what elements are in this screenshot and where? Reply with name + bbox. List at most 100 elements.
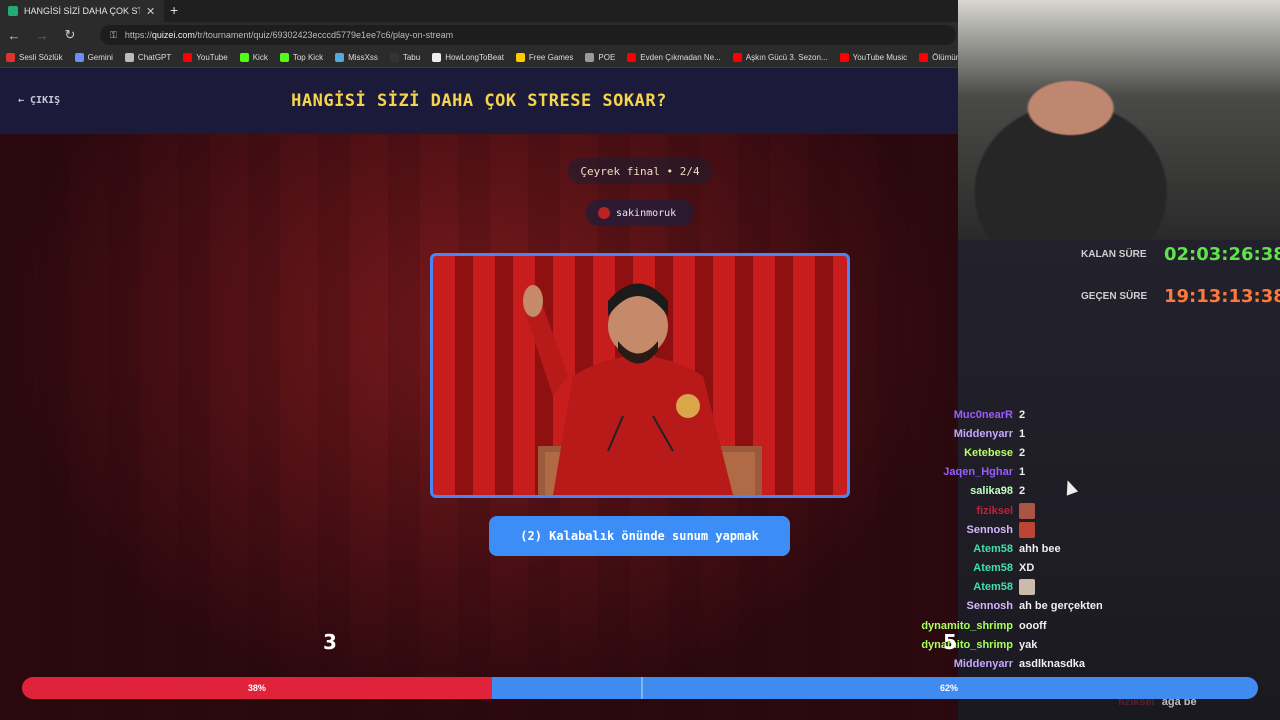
chat-username[interactable]: salika98 xyxy=(900,485,1019,497)
bookmark-item[interactable]: Tabu xyxy=(389,53,421,62)
vote-right-percent: 62% xyxy=(939,683,958,693)
close-tab-icon[interactable]: ✕ xyxy=(146,5,155,18)
elapsed-time-label: GEÇEN SÜRE xyxy=(1081,291,1148,302)
bookmark-label: POE xyxy=(598,53,616,62)
answer-option-button[interactable]: (2) Kalabalık önünde sunum yapmak xyxy=(489,516,790,556)
streamer-camera-image xyxy=(958,0,1280,240)
chat-username[interactable]: Atem58 xyxy=(900,562,1019,574)
creator-name: sakinmoruk xyxy=(616,207,677,219)
vote-bar-right: 62% xyxy=(491,677,1258,699)
chat-list: Muc0nearR 2 Middenyarr 1 Ketebese 2 Jaqen_Hgha… xyxy=(900,405,1280,693)
chat-text: 1 xyxy=(1019,427,1026,440)
chat-username[interactable]: Sennosh xyxy=(900,524,1019,536)
chat-text: ahh bee xyxy=(1019,542,1061,555)
chat-text: XD xyxy=(1019,562,1035,575)
round-badge: Çeyrek final • 2/4 xyxy=(568,158,712,184)
quiz-title: HANGİSİ SİZİ DAHA ÇOK STRESE SOKAR? xyxy=(291,91,667,111)
bookmark-label: Tabu xyxy=(402,53,421,62)
bookmark-label: Ölümün Bir xyxy=(932,53,958,62)
chat-text: 2 xyxy=(1019,408,1026,421)
bookmark-favicon-icon xyxy=(239,53,249,62)
address-bar[interactable]: ⚿ https://quizei.com/tr/tournament/quiz/… xyxy=(100,25,956,45)
chat-message: fiziksel xyxy=(900,501,1280,520)
bookmark-item[interactable]: POE xyxy=(585,53,615,62)
chat-message: Muc0nearR 2 xyxy=(900,405,1280,424)
bookmark-favicon-icon xyxy=(335,53,345,62)
chat-username[interactable]: fiziksel xyxy=(900,505,1019,517)
bookmark-item[interactable]: YouTube xyxy=(183,53,228,62)
bookmark-item[interactable]: Ölümün Bir xyxy=(919,53,958,62)
bookmark-item[interactable]: MissXss xyxy=(335,53,378,62)
bookmark-favicon-icon xyxy=(279,53,289,62)
chat-message: Ketebese 2 xyxy=(900,443,1280,462)
chat-message: Atem58 XD xyxy=(900,559,1280,578)
chat-username[interactable]: Jaqen_Hghar xyxy=(900,466,1019,478)
new-tab-icon[interactable]: + xyxy=(170,2,178,18)
chat-message: Atem58 xyxy=(900,578,1280,597)
bookmark-favicon-icon xyxy=(627,53,637,62)
bookmark-item[interactable]: Top Kick xyxy=(279,53,324,62)
chat-text: yak xyxy=(1019,638,1038,651)
back-arrow-icon[interactable]: ← xyxy=(0,28,28,43)
site-favicon-icon xyxy=(8,6,18,16)
bookmark-item[interactable]: Aşkın Gücü 3. Sezon... xyxy=(732,53,828,62)
browser-tab[interactable]: HANGİSİ SİZİ DAHA ÇOK STRESE ✕ xyxy=(0,0,164,22)
vote-count-left: 3 xyxy=(323,630,337,654)
bookmark-label: Top Kick xyxy=(292,53,324,62)
bookmark-item[interactable]: Gemini xyxy=(74,53,113,62)
chat-username[interactable]: dynamito_shrimp xyxy=(900,639,1019,651)
chat-username[interactable]: Middenyarr xyxy=(900,658,1019,670)
bookmark-item[interactable]: Evden Çıkmadan Ne... xyxy=(627,53,721,62)
vote-bar-divider xyxy=(640,677,643,699)
bookmark-label: Aşkın Gücü 3. Sezon... xyxy=(745,53,828,62)
bookmark-item[interactable]: Sesli Sözlük xyxy=(6,53,63,62)
chat-username[interactable]: Sennosh xyxy=(900,600,1019,612)
chat-message: dynamito_shrimp yak xyxy=(900,635,1280,654)
bookmark-favicon-icon xyxy=(6,53,15,62)
bookmark-label: Gemini xyxy=(87,53,113,62)
option-image[interactable] xyxy=(430,253,850,498)
bookmark-favicon-icon xyxy=(432,53,442,62)
chat-username[interactable]: Atem58 xyxy=(900,581,1019,593)
bookmark-item[interactable]: ChatGPT xyxy=(124,53,171,62)
chat-emote-icon xyxy=(1019,579,1035,596)
tab-title: HANGİSİ SİZİ DAHA ÇOK STRESE xyxy=(24,6,140,16)
chat-message: salika98 2 xyxy=(900,482,1280,501)
lock-icon: ⚿ xyxy=(110,29,117,40)
navigation-bar: ← → ↻ ⚿ https://quizei.com/tr/tournament… xyxy=(0,22,958,48)
bookmark-favicon-icon xyxy=(183,53,193,62)
vote-left-percent: 38% xyxy=(247,683,266,693)
chat-username[interactable]: Atem58 xyxy=(900,543,1019,555)
bookmark-label: HowLongToBeat xyxy=(445,53,504,62)
chat-text: oooff xyxy=(1019,619,1047,632)
bookmark-label: YouTube xyxy=(196,53,228,62)
url-text: https://quizei.com/tr/tournament/quiz/69… xyxy=(124,30,454,40)
elapsed-time: 19:13:13:38 xyxy=(1164,286,1280,307)
chat-username[interactable]: Muc0nearR xyxy=(900,409,1019,421)
chat-username[interactable]: Middenyarr xyxy=(900,428,1019,440)
bookmark-label: Kick xyxy=(252,53,268,62)
chat-username[interactable]: Ketebese xyxy=(900,447,1019,459)
chat-message: dynamito_shrimp oooff xyxy=(900,616,1280,635)
forward-arrow-icon[interactable]: → xyxy=(28,28,56,43)
chat-message: Sennosh xyxy=(900,520,1280,539)
chat-username[interactable]: dynamito_shrimp xyxy=(900,620,1019,632)
reload-icon[interactable]: ↻ xyxy=(56,27,84,43)
bookmark-favicon-icon xyxy=(389,53,399,62)
bookmark-item[interactable]: Kick xyxy=(239,53,268,62)
bookmark-label: Free Games xyxy=(528,53,574,62)
remaining-time: 02:03:26:38 xyxy=(1164,244,1280,265)
creator-avatar xyxy=(598,207,610,219)
vote-count-right: 5 xyxy=(943,630,957,654)
remaining-time-label: KALAN SÜRE xyxy=(1081,249,1147,260)
bookmark-item[interactable]: HowLongToBeat xyxy=(432,53,504,62)
bookmark-item[interactable]: YouTube Music xyxy=(839,53,907,62)
bookmark-favicon-icon xyxy=(515,53,525,62)
presenter-at-podium-image xyxy=(523,283,762,495)
bookmark-favicon-icon xyxy=(919,53,929,62)
creator-badge[interactable]: sakinmoruk xyxy=(586,200,694,226)
bookmark-favicon-icon xyxy=(732,53,742,62)
bookmark-item[interactable]: Free Games xyxy=(515,53,574,62)
bookmark-favicon-icon xyxy=(585,53,595,62)
quiz-page: ← ÇIKIŞ HANGİSİ SİZİ DAHA ÇOK STRESE SOK… xyxy=(0,68,958,720)
